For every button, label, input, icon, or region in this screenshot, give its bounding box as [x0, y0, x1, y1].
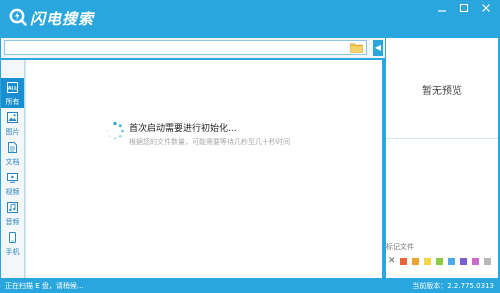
tag-color-swatch[interactable]: [400, 257, 407, 265]
category-all[interactable]: ALL 所有: [1, 78, 24, 108]
image-icon: [7, 112, 18, 123]
tag-color-swatch[interactable]: [472, 257, 479, 265]
preview-panel: 暂无预览 标记文件 ✕: [386, 38, 498, 278]
tag-color-swatch[interactable]: [460, 257, 467, 265]
minimize-button[interactable]: [434, 3, 450, 17]
app-window: 闪电搜索 ◀ ALL 所有 图片 文档 视频 音频 手机 首次启动需要进行初始化…: [0, 0, 500, 293]
tag-color-swatch[interactable]: [424, 257, 431, 265]
tag-color-swatch[interactable]: [412, 257, 419, 265]
version-text: 当前版本：2.2.775.0313: [412, 282, 494, 290]
search-bar: [1, 38, 385, 60]
category-label: 所有: [5, 98, 20, 106]
search-box: [4, 40, 367, 60]
collapse-panel-button[interactable]: ◀: [373, 40, 383, 56]
phone-icon: [9, 232, 16, 243]
app-logo-icon: [9, 8, 27, 26]
category-document[interactable]: 文档: [1, 138, 24, 168]
audio-icon: [7, 202, 18, 213]
init-message: 首次启动需要进行初始化...: [129, 124, 237, 134]
minimize-icon: [438, 10, 446, 12]
results-area: 首次启动需要进行初始化... 根据您的文件数量，可能需要等待几秒至几十秒时间: [25, 60, 382, 278]
close-button[interactable]: [478, 3, 494, 17]
category-audio[interactable]: 音频: [1, 198, 24, 228]
tag-color-swatch[interactable]: [484, 257, 491, 265]
category-phone[interactable]: 手机: [1, 228, 24, 258]
tag-color-swatch[interactable]: [448, 257, 455, 265]
loading-spinner-icon: [106, 121, 124, 140]
scan-status: 正在扫描 E 盘，请稍候...: [5, 282, 84, 290]
tag-files-label: 标记文件: [386, 243, 414, 251]
folder-icon[interactable]: [350, 42, 363, 53]
close-icon: [482, 4, 490, 12]
app-title: 闪电搜索: [30, 10, 95, 28]
category-sidebar: ALL 所有 图片 文档 视频 音频 手机: [1, 60, 25, 278]
clear-tag-icon[interactable]: ✕: [388, 257, 396, 266]
category-label: 图片: [5, 128, 20, 136]
status-bar: 正在扫描 E 盘，请稍候... 当前版本：2.2.775.0313: [0, 279, 500, 293]
maximize-icon: [459, 3, 469, 13]
category-video[interactable]: 视频: [1, 168, 24, 198]
search-input[interactable]: [5, 47, 339, 60]
category-image[interactable]: 图片: [1, 108, 24, 138]
preview-area: 暂无预览: [386, 38, 498, 139]
title-bar: 闪电搜索: [0, 0, 500, 36]
preview-placeholder: 暂无预览: [422, 86, 462, 97]
category-label: 文档: [5, 158, 20, 166]
category-label: 手机: [5, 248, 20, 256]
maximize-button[interactable]: [456, 3, 472, 17]
category-label: 音频: [5, 218, 20, 226]
document-icon: [8, 142, 17, 153]
tag-color-swatch[interactable]: [436, 257, 443, 265]
window-controls: [434, 3, 494, 17]
tag-color-row: ✕: [388, 257, 491, 266]
chevron-left-icon: ◀: [374, 43, 382, 52]
init-submessage: 根据您的文件数量，可能需要等待几秒至几十秒时间: [129, 138, 290, 146]
all-icon: ALL: [7, 82, 18, 93]
category-label: 视频: [5, 188, 20, 196]
video-icon: [7, 173, 18, 183]
all-icon-text: ALL: [8, 86, 17, 92]
